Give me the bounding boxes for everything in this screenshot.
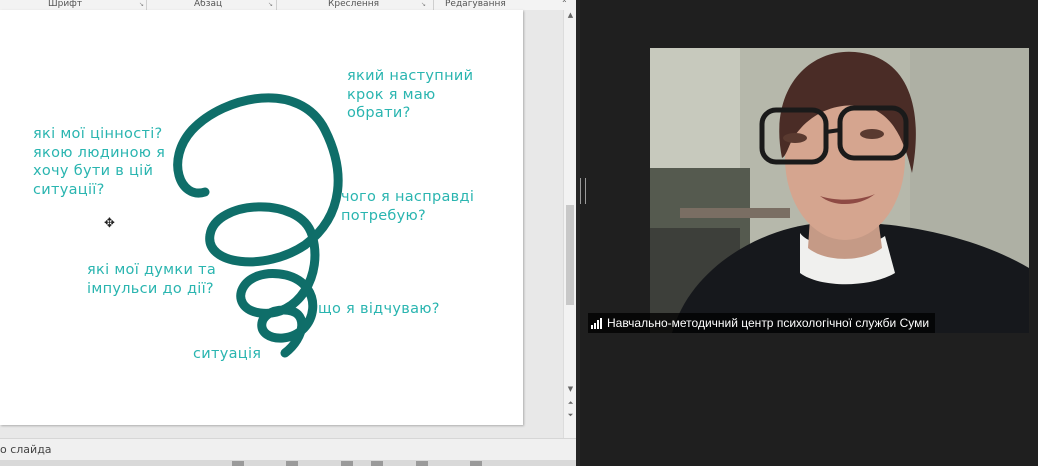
slide[interactable]: який наступний крок я маю обрати? які мо… [0,10,523,425]
status-bar [0,460,576,466]
move-cursor-icon: ✥ [104,216,115,231]
scroll-down-icon[interactable]: ▼ [564,384,576,394]
text-needs[interactable]: чого я насправді потребую? [341,188,474,225]
previous-slide-icon[interactable]: ⏶ [564,398,576,408]
text-thoughts[interactable]: які мої думки та імпульси до дії? [87,261,216,298]
participant-video-frame [650,48,1029,333]
participant-video[interactable] [650,48,1029,333]
text-values[interactable]: які мої цінності? якою людиною я хочу бу… [33,125,165,199]
scroll-up-icon[interactable]: ▲ [564,10,576,20]
ribbon-group-drawing[interactable]: Креслення [328,0,379,9]
splitter-grip-icon[interactable] [580,178,586,204]
signal-strength-icon [591,317,602,329]
paragraph-dialog-launcher[interactable]: ↘ [264,0,273,9]
vertical-scrollbar[interactable]: ▲ ▼ ⏶ ⏷ [563,10,576,438]
next-slide-icon[interactable]: ⏷ [564,410,576,420]
notes-placeholder: о слайда [0,443,52,456]
drawing-dialog-launcher[interactable]: ↘ [417,0,426,9]
status-control-2[interactable] [286,461,298,466]
presentation-editor: Шрифт ↘ Абзац ↘ Креслення ↘ Редагування … [0,0,576,466]
pane-splitter[interactable] [576,0,580,466]
participant-name-label: Навчально-методичний центр психологічної… [588,313,936,333]
view-sorter-icon[interactable] [371,461,383,466]
view-reading-icon[interactable] [416,461,428,466]
zoom-control-icon[interactable] [470,461,482,466]
view-normal-icon[interactable] [341,461,353,466]
ribbon-group-paragraph[interactable]: Абзац [194,0,222,9]
font-dialog-launcher[interactable]: ↘ [135,0,144,9]
collapse-ribbon-icon[interactable]: ⌃ [561,0,568,9]
scrollbar-thumb[interactable] [566,205,574,305]
ribbon-group-editing[interactable]: Редагування [445,0,506,9]
ribbon-group-font[interactable]: Шрифт [48,0,82,9]
notes-pane[interactable]: о слайда [0,438,576,461]
text-feelings[interactable]: що я відчуваю? [318,300,440,319]
text-next-step[interactable]: який наступний крок я маю обрати? [347,67,473,123]
text-situation[interactable]: ситуація [193,345,261,364]
participant-name: Навчально-методичний центр психологічної… [607,316,930,330]
status-control-1[interactable] [232,461,244,466]
